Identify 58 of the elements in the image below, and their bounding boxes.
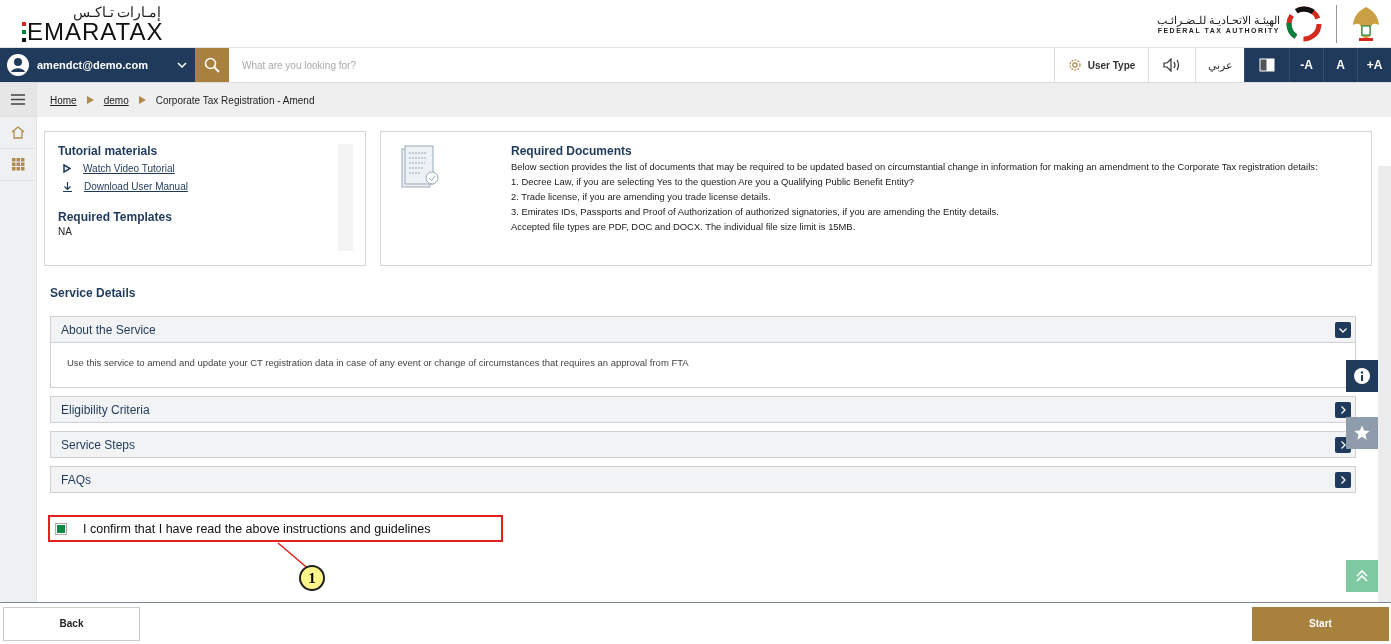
- section-title: Service Details: [50, 286, 137, 300]
- breadcrumb-arrow-icon: [138, 96, 146, 104]
- info-icon: [1354, 368, 1370, 384]
- authority-arabic-text: الهيئـة الاتحـاديـة للـضـرائـب: [1156, 13, 1280, 27]
- breadcrumb-link[interactable]: Home: [50, 94, 77, 106]
- chevron-down-icon[interactable]: [1335, 321, 1351, 338]
- document-item: 1. Decree Law, if you are selecting Yes to the question Are you a Qualifying Public Benefit Entity?: [511, 176, 914, 187]
- breadcrumb-arrow-icon: [86, 96, 94, 104]
- chevron-down-icon: [177, 62, 187, 68]
- gear-icon: [1067, 58, 1082, 72]
- documents-intro: Below section provides the list of documents that may be required to be updated based on circumstantial change in information for making an amendment to the Corporate Tax registration details:: [511, 161, 1318, 172]
- info-button[interactable]: [1346, 360, 1378, 392]
- card-title: Required Documents: [511, 144, 632, 158]
- callout-number: 1: [299, 565, 325, 591]
- templates-value: NA: [58, 226, 72, 237]
- start-button[interactable]: Start: [1252, 606, 1389, 641]
- card-title: Tutorial materials: [58, 144, 158, 158]
- document-check-icon: [401, 144, 441, 190]
- search-button[interactable]: [195, 48, 229, 82]
- search-icon: [204, 57, 220, 73]
- contrast-icon: [1259, 58, 1275, 72]
- accordion-header[interactable]: About the Service: [51, 317, 1355, 342]
- back-button[interactable]: Back: [3, 606, 140, 641]
- file-types-note: Accepted file types are PDF, DOC and DOCX. The individual file size limit is 15MB.: [511, 221, 856, 232]
- authority-logo-icon: [1286, 4, 1322, 43]
- chevron-right-icon[interactable]: [1335, 401, 1351, 418]
- tutorial-link[interactable]: Watch Video Tutorial: [83, 163, 175, 174]
- emblem-icon: [1351, 4, 1381, 43]
- download-icon: [63, 181, 72, 192]
- logo-arabic-text: إمـارات تـاكـس: [72, 3, 162, 20]
- flag-bars-icon: [22, 21, 26, 42]
- scrollbar[interactable]: [1378, 166, 1391, 602]
- menu-button[interactable]: [0, 83, 36, 117]
- accordion-header[interactable]: Service Steps: [51, 432, 1355, 457]
- card-title: Required Templates: [58, 210, 172, 224]
- speaker-icon: [1163, 58, 1181, 72]
- accordion-text: Use this service to amend and update your CT registration data in case of any event or change of circumstances that requires an approval from FTA: [67, 356, 689, 368]
- contrast-button[interactable]: [1244, 48, 1289, 82]
- breadcrumb-current: Corporate Tax Registration - Amend: [155, 94, 315, 106]
- font-size-button[interactable]: +A: [1357, 48, 1391, 82]
- grid-icon: [11, 158, 25, 171]
- user-menu[interactable]: amendct@demo.com: [0, 48, 195, 82]
- document-item: 3. Emirates IDs, Passports and Proof of Authorization of authorized signatories, if you are amending the Entity details.: [511, 206, 999, 217]
- play-icon: [63, 164, 71, 173]
- breadcrumb-link[interactable]: demo: [103, 94, 129, 106]
- double-chevron-up-icon: [1355, 569, 1369, 583]
- font-size-button[interactable]: -A: [1289, 48, 1323, 82]
- accordion-header[interactable]: FAQs: [51, 467, 1355, 492]
- menu-icon: [11, 94, 25, 105]
- home-icon: [11, 126, 25, 139]
- checkbox[interactable]: [55, 522, 67, 535]
- avatar-icon: [7, 54, 29, 76]
- document-item: 2. Trade license, if you are amending you trade license details.: [511, 191, 771, 202]
- tutorial-link[interactable]: Download User Manual: [84, 181, 188, 192]
- chevron-right-icon[interactable]: [1335, 471, 1351, 488]
- accordion-header[interactable]: Eligibility Criteria: [51, 397, 1355, 422]
- font-size-button[interactable]: A: [1323, 48, 1357, 82]
- star-icon: [1354, 425, 1370, 441]
